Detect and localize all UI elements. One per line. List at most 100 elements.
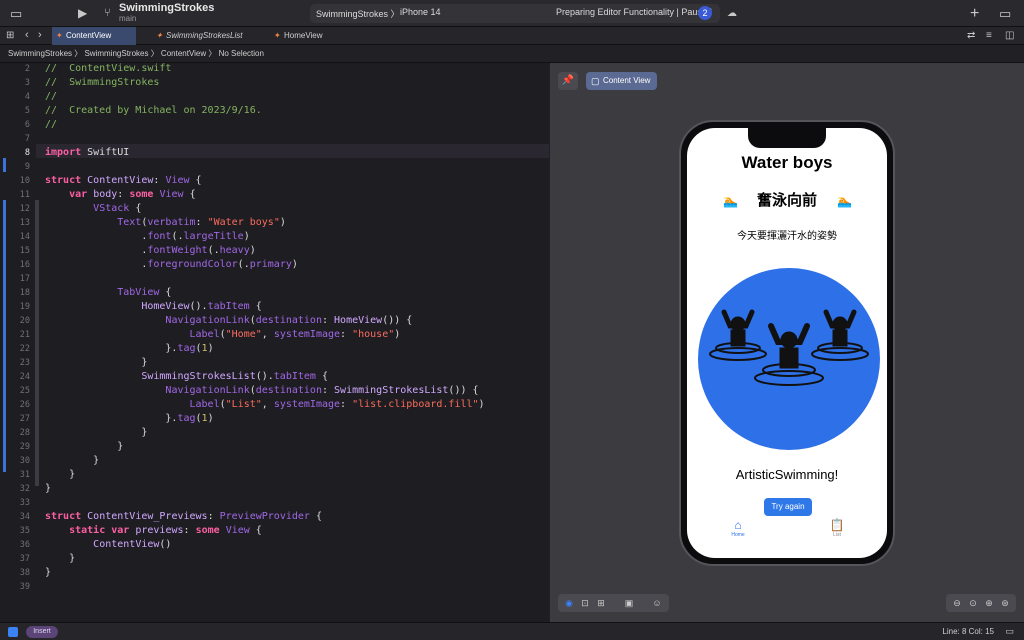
color-scheme-icon[interactable]: ☺: [650, 594, 664, 612]
tab-label: SwimmingStrokesList: [166, 31, 243, 40]
line-number: 9: [24, 162, 30, 172]
line-number: 10: [19, 176, 30, 186]
code-editor[interactable]: 2 3 4 5 6 7 8 9 10 11 12 13 14 15 16 17 18 19 20 21 22 23 24 25…: [0, 63, 549, 622]
device-settings-icon[interactable]: ▣: [622, 594, 636, 612]
scheme-device[interactable]: iPhone 14: [400, 7, 441, 17]
line-number: 22: [19, 344, 30, 354]
code-line: // SwimmingStrokes: [45, 77, 160, 88]
tab-contentview[interactable]: ✦ ContentView: [52, 27, 136, 45]
swift-file-icon: ✦: [56, 31, 63, 40]
try-again-button[interactable]: Try again: [764, 498, 812, 516]
pin-icon[interactable]: 📌: [558, 72, 578, 90]
device-icon: ▢: [591, 76, 600, 86]
code-line: NavigationLink(destination: HomeView()) …: [165, 315, 413, 326]
line-number: 25: [19, 386, 30, 396]
run-icon[interactable]: ▶: [78, 0, 87, 27]
line-number: 6: [24, 120, 30, 130]
live-mode-icon[interactable]: ◉: [562, 594, 576, 612]
tab-list[interactable]: 📋 List: [817, 518, 857, 538]
zoom-fit-icon[interactable]: ⊙: [966, 594, 980, 612]
line-number: 18: [19, 288, 30, 298]
line-number: 16: [19, 260, 30, 270]
debug-area-toggle-icon[interactable]: [8, 627, 18, 637]
code-line: .font(.largeTitle): [45, 231, 250, 242]
line-number: 35: [19, 526, 30, 536]
code-line: ContentView(): [93, 539, 172, 550]
line-number: 17: [19, 274, 30, 284]
swift-file-icon: ✦: [156, 31, 163, 40]
code-line: // Created by Michael on 2023/9/16.: [45, 105, 262, 116]
line-number: 30: [19, 456, 30, 466]
code-line: TabView {: [117, 287, 172, 298]
zoom-controls: ⊖ ⊙ ⊕ ⊛: [946, 594, 1016, 612]
code-line: }: [45, 441, 124, 452]
tab-home-label: Home: [731, 532, 745, 538]
code-line: //: [45, 91, 58, 102]
line-number: 23: [19, 358, 30, 368]
line-number: 3: [24, 78, 30, 88]
iphone-frame: Water boys 🏊 奮泳向前 🏊 今天要揮灑汗水的姿勢 ArtisticS…: [679, 120, 895, 566]
swimmer-right-icon: 🏊: [837, 194, 852, 208]
line-number: 34: [19, 512, 30, 522]
code-line: // ContentView.swift: [45, 63, 172, 74]
preview-selector[interactable]: ▢ Content View: [586, 72, 657, 90]
code-line: var body: some View {: [69, 189, 196, 200]
code-line: }: [45, 427, 148, 438]
activity-status: Preparing Editor Functionality | Paused: [556, 7, 712, 17]
tab-home[interactable]: ⌂ Home: [718, 518, 758, 538]
tab-label: ContentView: [66, 31, 112, 40]
line-number: 12: [19, 204, 30, 214]
caption-text: ArtisticSwimming!: [735, 467, 839, 482]
tab-bar: ⊞ ‹ › ✦ ContentView ✦ SwimmingStrokesLis…: [0, 27, 1024, 45]
code-line: }: [45, 483, 52, 494]
line-number: 27: [19, 414, 30, 424]
zoom-actual-icon[interactable]: ⊛: [998, 594, 1012, 612]
code-line: struct ContentView: View {: [45, 175, 202, 186]
preview-canvas: 📌 ▢ Content View Water boys 🏊 奮泳向前 🏊 今天要…: [550, 63, 1024, 622]
zoom-in-icon[interactable]: ⊕: [982, 594, 996, 612]
line-number: 36: [19, 540, 30, 550]
scheme-target[interactable]: SwimmingStrokes 〉: [316, 7, 400, 20]
line-number: 4: [24, 92, 30, 102]
variants-icon[interactable]: ⊞: [594, 594, 608, 612]
selectable-mode-icon[interactable]: ⊡: [578, 594, 592, 612]
line-number-gutter: 2 3 4 5 6 7 8 9 10 11 12 13 14 15 16 17 18 19 20 21 22 23 24 25…: [0, 63, 36, 622]
artistic-swimming-image: [698, 268, 880, 450]
line-number: 31: [19, 470, 30, 480]
line-number: 37: [19, 554, 30, 564]
branch-name: main: [119, 14, 137, 23]
code-line: }: [45, 553, 76, 564]
code-line: //: [45, 119, 58, 130]
tab-swimmingstrokeslist[interactable]: ✦ SwimmingStrokesList: [152, 27, 262, 45]
scheme-selector[interactable]: SwimmingStrokes 〉 iPhone 14 Preparing Ed…: [310, 4, 720, 23]
preview-mode-controls: ◉ ⊡ ⊞ ▣ ☺: [558, 594, 669, 612]
app-chinese-title: 奮泳向前: [756, 192, 817, 209]
swimmers-icon: [709, 309, 869, 386]
issue-badge[interactable]: 2: [698, 6, 712, 20]
code-line: }: [45, 357, 148, 368]
breadcrumb[interactable]: SwimmingStrokes 〉 SwimmingStrokes 〉 Cont…: [0, 45, 1024, 63]
notch: [748, 128, 826, 148]
cloud-icon: ☁: [727, 8, 737, 19]
zoom-out-icon[interactable]: ⊖: [950, 594, 964, 612]
line-number: 32: [19, 484, 30, 494]
tab-homeview[interactable]: ✦ HomeView: [270, 27, 340, 45]
line-number: 28: [19, 428, 30, 438]
code-line: Label("Home", systemImage: "house"): [189, 329, 401, 340]
house-icon: ⌂: [734, 518, 742, 532]
line-number: 33: [19, 498, 30, 508]
panel-toggle-icon[interactable]: ▭: [1005, 626, 1014, 637]
line-number: 24: [19, 372, 30, 382]
insert-mode-badge: Insert: [26, 626, 58, 638]
preview-label: Content View: [603, 76, 651, 85]
line-number: 20: [19, 316, 30, 326]
line-number: 14: [19, 232, 30, 242]
line-number: 29: [19, 442, 30, 452]
phone-screen[interactable]: Water boys 🏊 奮泳向前 🏊 今天要揮灑汗水的姿勢 ArtisticS…: [687, 128, 887, 558]
code-line: SwimmingStrokesList().tabItem {: [141, 371, 328, 382]
code-line: NavigationLink(destination: SwimmingStro…: [165, 385, 479, 396]
line-number: 39: [19, 582, 30, 592]
code-line: HomeView().tabItem {: [141, 301, 262, 312]
line-number: 5: [24, 106, 30, 116]
tab-label: HomeView: [284, 31, 323, 40]
